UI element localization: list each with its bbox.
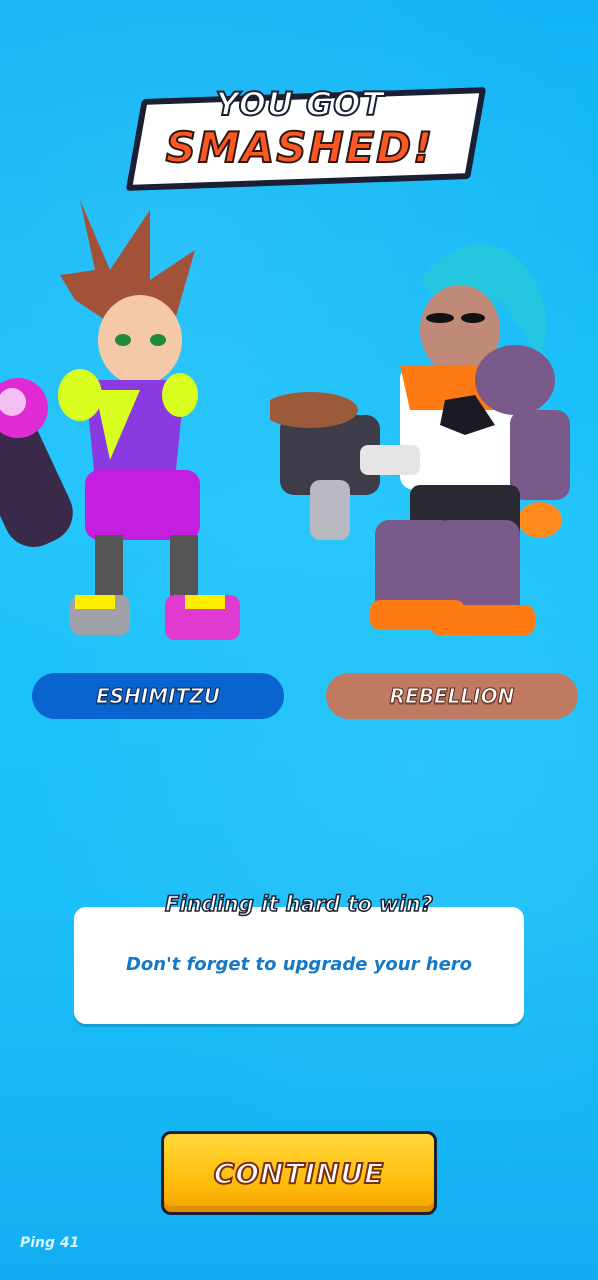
tip-text: Don't forget to upgrade your hero (125, 954, 473, 975)
continue-button[interactable]: CONTINUE (161, 1131, 437, 1215)
hero-eshimitzu-figure (0, 200, 240, 640)
player-name-eshimitzu: ESHIMITZU (32, 673, 284, 719)
banner-line1: YOU GOT (215, 84, 385, 124)
banner-line2: SMASHED! (165, 122, 435, 173)
result-banner: YOU GOT SMASHED! (125, 84, 487, 191)
ping-indicator: Ping 41 (20, 1235, 80, 1251)
tip-title: Finding it hard to win? (164, 891, 433, 917)
player-name-rebellion: REBELLION (326, 673, 578, 719)
hero-rebellion-figure (270, 244, 570, 635)
